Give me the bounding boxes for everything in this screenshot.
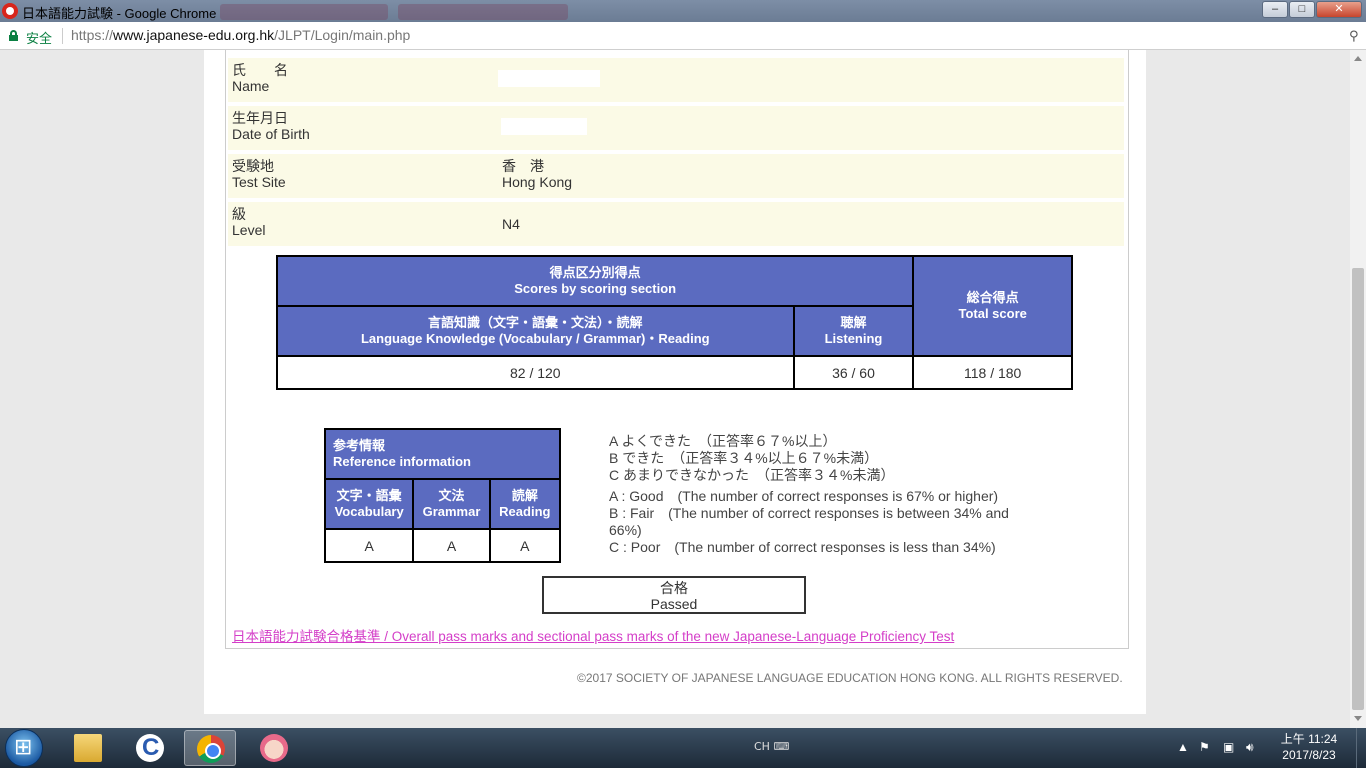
site-label-jp: 受験地 [232, 158, 274, 174]
grade-legend-en: A : Good (The number of correct response… [609, 488, 1009, 556]
listening-score: 36 / 60 [792, 355, 915, 390]
show-desktop-button[interactable] [1356, 728, 1366, 768]
dob-value-redacted [501, 118, 587, 135]
legend-b-jp: B できた （正答率３４%以上６７%未満） [609, 450, 879, 466]
scores-table: 得点区分別得点 Scores by scoring section 総合得点 T… [275, 255, 1073, 390]
name-label-en: Name [232, 78, 270, 94]
test-site-row: 受験地 Test Site 香 港 Hong Kong [228, 154, 1124, 198]
background-tab[interactable] [398, 4, 568, 20]
name-row: 氏 名 Name [228, 58, 1124, 102]
clock-date: 2017/8/23 [1282, 748, 1336, 762]
tray-expand-icon[interactable]: ▲ [1177, 740, 1189, 754]
name-label-jp: 氏 名 [232, 62, 288, 78]
legend-c-jp: C あまりできなかった （正答率３４%未満） [609, 467, 895, 483]
maximize-button[interactable]: □ [1289, 1, 1315, 18]
title-bar: 日本語能力試験 - Google Chrome – □ ✕ [0, 0, 1366, 22]
folder-icon [74, 734, 102, 762]
site-value-en: Hong Kong [502, 174, 573, 190]
total-score: 118 / 180 [912, 355, 1073, 390]
vocabulary-header: 文字・語彙 Vocabulary [323, 478, 415, 530]
start-button[interactable] [5, 729, 43, 767]
language-knowledge-header: 言語知識（文字・語彙・文法）・読解 Language Knowledge (Vo… [276, 305, 795, 357]
close-button[interactable]: ✕ [1316, 1, 1362, 18]
reading-grade: A [488, 528, 562, 563]
reading-header: 読解 Reading [488, 478, 562, 530]
clock-time: 上午 11:24 [1280, 732, 1338, 746]
url-path: /JLPT/Login/main.php [274, 27, 411, 43]
result-jp: 合格 [660, 580, 688, 596]
level-row: 級 Level N4 [228, 202, 1124, 246]
url-domain: www.japanese-edu.org.hk [113, 27, 275, 43]
taskbar-chrome[interactable] [184, 730, 236, 766]
pin-icon[interactable]: ⚲ [1349, 28, 1359, 44]
volume-icon[interactable]: 🔊︎ [1246, 740, 1254, 755]
dob-label-jp: 生年月日 [232, 110, 288, 126]
name-value-redacted [498, 70, 600, 87]
taskbar-explorer[interactable] [62, 730, 114, 766]
grade-legend-jp: A よくできた （正答率６７%以上） B できた （正答率３４%以上６７%未満）… [609, 433, 894, 484]
total-score-header: 総合得点 Total score [912, 255, 1073, 357]
pass-result-box: 合格 Passed [542, 576, 806, 614]
reference-table: 参考情報 Reference information 文字・語彙 Vocabul… [323, 428, 562, 563]
minimize-button[interactable]: – [1262, 1, 1288, 18]
legend-c-en: C : Poor (The number of correct response… [609, 539, 996, 555]
url-text[interactable]: https://www.japanese-edu.org.hk/JLPT/Log… [71, 27, 410, 43]
page-viewport: 氏 名 Name 生年月日 Date of Birth 受験地 Test Sit… [0, 50, 1350, 728]
level-label-en: Level [232, 222, 266, 238]
section-scores-header: 得点区分別得点 Scores by scoring section [275, 255, 915, 307]
grammar-header: 文法 Grammar [412, 478, 491, 530]
taskbar: CH ⌨ ▲ ⚑ ▣ 🔊︎ 上午 11:24 2017/8/23 [0, 728, 1366, 768]
legend-a-en: A : Good (The number of correct response… [609, 488, 999, 504]
network-icon[interactable]: ▣ [1223, 740, 1234, 754]
scrollbar-thumb[interactable] [1352, 268, 1364, 710]
page-container: 氏 名 Name 生年月日 Date of Birth 受験地 Test Sit… [204, 50, 1146, 714]
chrome-icon [197, 735, 225, 763]
results-panel: 氏 名 Name 生年月日 Date of Birth 受験地 Test Sit… [225, 50, 1129, 649]
grammar-grade: A [412, 528, 491, 563]
ime-indicator[interactable]: CH ⌨ [754, 740, 789, 753]
url-scheme: https:// [71, 27, 114, 43]
window-title: 日本語能力試験 - Google Chrome [22, 6, 217, 21]
lock-icon[interactable] [9, 30, 18, 41]
dob-row: 生年月日 Date of Birth [228, 106, 1124, 150]
address-bar[interactable]: 安全 https://www.japanese-edu.org.hk/JLPT/… [0, 22, 1366, 50]
level-value: N4 [502, 216, 520, 232]
secure-label[interactable]: 安全 [26, 28, 52, 47]
anime-character-icon [260, 734, 288, 762]
vocabulary-grade: A [323, 528, 415, 563]
scroll-down-icon[interactable] [1354, 716, 1362, 721]
address-divider [62, 28, 63, 44]
taskbar-app-c[interactable] [124, 730, 176, 766]
reference-header: 参考情報 Reference information [324, 428, 561, 480]
flag-icon[interactable]: ⚑ [1199, 740, 1210, 754]
listening-header: 聴解 Listening [792, 305, 915, 357]
dob-label-en: Date of Birth [232, 126, 310, 142]
vertical-scrollbar[interactable] [1350, 50, 1366, 728]
chrome-app-icon [2, 3, 18, 19]
legend-b-en-cont: 66%) [609, 522, 642, 538]
taskbar-anime-app[interactable] [248, 730, 300, 766]
site-label-en: Test Site [232, 174, 286, 190]
site-value-jp: 香 港 [502, 158, 544, 174]
background-tab[interactable] [220, 4, 388, 20]
pass-marks-link[interactable]: 日本語能力試験合格基準 / Overall pass marks and sec… [232, 625, 954, 645]
result-en: Passed [650, 596, 698, 612]
clock[interactable]: 上午 11:24 2017/8/23 [1274, 731, 1344, 763]
language-knowledge-score: 82 / 120 [276, 355, 795, 390]
legend-b-en: B : Fair (The number of correct response… [609, 505, 1009, 521]
level-label-jp: 級 [232, 206, 246, 222]
legend-a-jp: A よくできた （正答率６７%以上） [609, 433, 837, 449]
c-app-icon [136, 734, 164, 762]
copyright-text: ©2017 SOCIETY OF JAPANESE LANGUAGE EDUCA… [577, 671, 1123, 685]
scroll-up-icon[interactable] [1354, 56, 1362, 61]
